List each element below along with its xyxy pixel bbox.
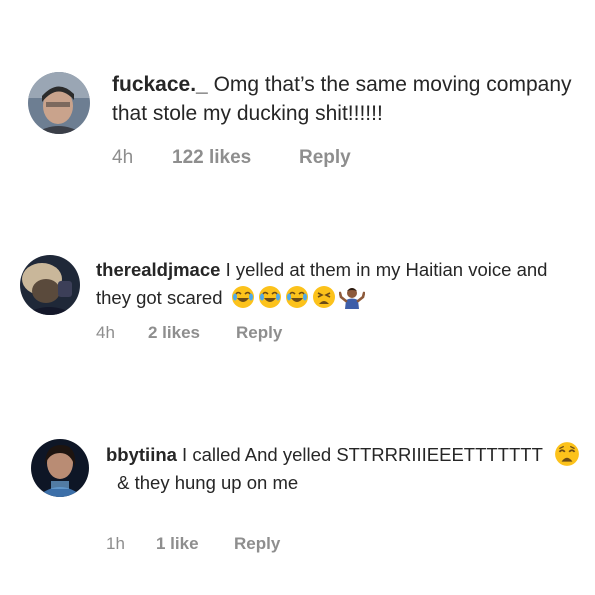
comment-username[interactable]: therealdjmace [96,259,220,280]
comment-meta: 4h 122 likes Reply [112,146,351,170]
comment-username[interactable]: fuckace._ [112,73,208,96]
profile-photo-icon [28,72,90,134]
face-with-tears-of-joy-icon [231,285,255,309]
avatar[interactable] [31,439,89,497]
tired-face-icon [312,285,336,309]
comment-meta: 4h 2 likes Reply [96,322,282,344]
comment-timestamp: 4h [112,147,134,168]
face-with-tears-of-joy-icon [258,285,282,309]
avatar[interactable] [28,72,90,134]
comment-body: therealdjmace I yelled at them in my Hai… [96,256,576,312]
reply-button[interactable]: Reply [299,146,351,170]
comment-text-before: I called And yelled STTRRRIIIEEETTTTTTT [176,444,548,465]
reply-button[interactable]: Reply [234,533,280,555]
comment-timestamp: 4h [96,323,115,342]
reply-button[interactable]: Reply [236,322,282,344]
comment-likes[interactable]: 1 like [156,533,234,555]
comment-timestamp: 1h [106,534,125,553]
profile-photo-icon [31,439,89,497]
comment-text-after: & they hung up on me [112,472,299,494]
comment-meta: 1h 1 like Reply [106,533,280,555]
comment-body: bbytiina I called And yelled STTRRRIIIEE… [106,441,581,496]
comment-likes[interactable]: 122 likes [172,146,299,170]
comment-likes[interactable]: 2 likes [148,322,236,344]
face-with-tears-of-joy-icon [285,285,309,309]
person-shrugging-icon [338,285,365,310]
comment-username[interactable]: bbytiina [106,444,177,465]
profile-photo-icon [20,255,80,315]
weary-face-icon [554,441,580,467]
avatar[interactable] [20,255,80,315]
comment-body: fuckace._ Omg that’s the same moving com… [112,70,582,128]
